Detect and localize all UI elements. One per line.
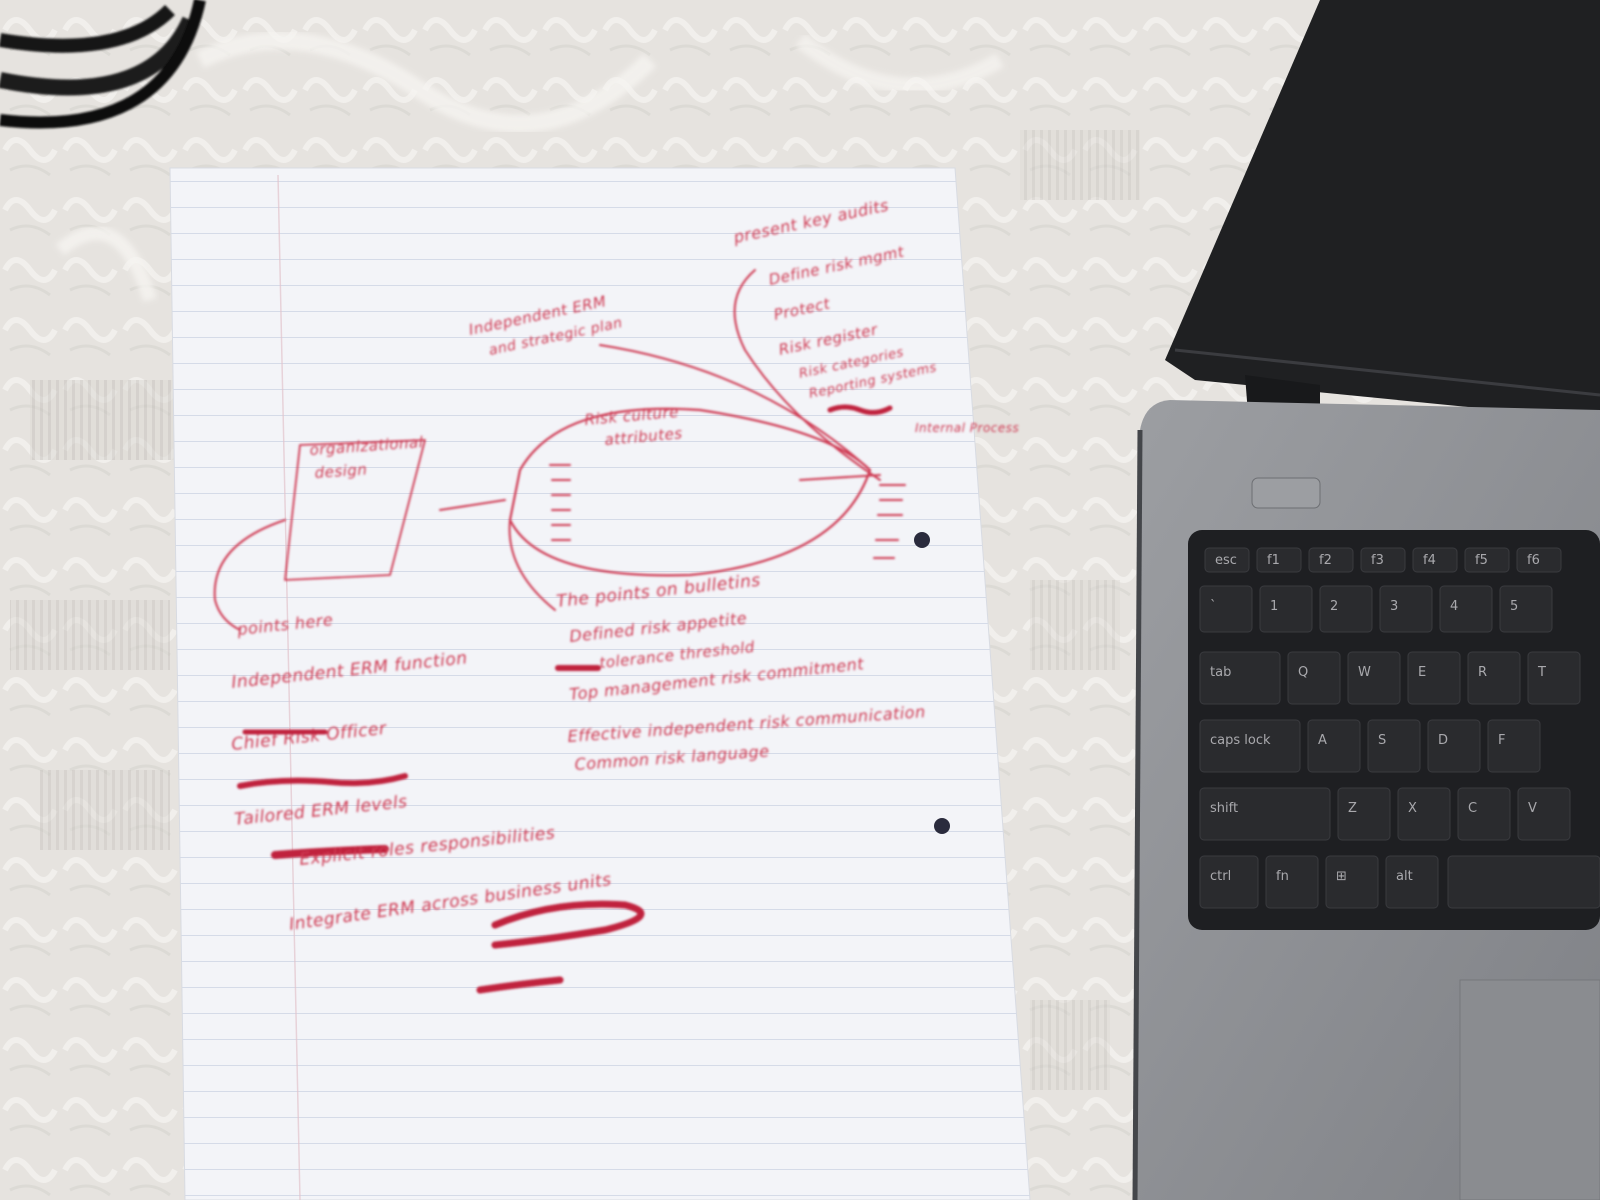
note-left-box: design [314,460,368,482]
keyboard-key-label: tab [1210,665,1231,680]
keyboard-key-label: T [1537,665,1546,680]
keyboard-key-label: X [1408,801,1417,816]
keyboard-key-label: esc [1215,553,1237,568]
keyboard-key-label: W [1358,665,1371,680]
keyboard-key-label: E [1418,665,1426,680]
keyboard-key[interactable] [1439,585,1493,633]
keyboard-key[interactable] [1307,719,1361,773]
keyboard-key[interactable] [1259,585,1313,633]
keyboard-key-label: ctrl [1210,869,1231,884]
keyboard-key-label: f5 [1475,553,1488,568]
keyboard-key-label: 2 [1330,599,1338,614]
keyboard-key[interactable] [1427,719,1481,773]
keyboard-key-label: 5 [1510,599,1518,614]
keyboard-key-label: f1 [1267,553,1280,568]
keyboard-key[interactable] [1325,855,1379,909]
keyboard-key[interactable] [1337,787,1391,841]
space-bar[interactable] [1447,855,1600,909]
keyboard-key-label: fn [1276,869,1289,884]
keyboard-key[interactable] [1467,651,1521,705]
keyboard-key-label: f3 [1371,553,1384,568]
keyboard-key-label: f2 [1319,553,1332,568]
keyboard-key-label: f6 [1527,553,1540,568]
keyboard-key[interactable] [1397,787,1451,841]
keyboard-key[interactable] [1367,719,1421,773]
keyboard-key-label: 3 [1390,599,1398,614]
keyboard-key-label: V [1528,801,1537,816]
keyboard-key[interactable] [1527,651,1581,705]
keyboard-key[interactable] [1487,719,1541,773]
keyboard-key-label: Q [1298,665,1308,680]
keyboard-key-label: ` [1210,599,1217,614]
keyboard-key-label: R [1478,665,1487,680]
keyboard-key-label: C [1468,801,1477,816]
keyboard-key[interactable] [1379,585,1433,633]
keyboard-key-label: 4 [1450,599,1458,614]
keyboard-key-label: alt [1396,869,1413,884]
binder-hole [934,818,950,834]
keyboard-key[interactable] [1199,585,1253,633]
keyboard-key[interactable] [1287,651,1341,705]
keyboard-key-label: A [1318,733,1327,748]
keyboard-key[interactable] [1265,855,1319,909]
keyboard-key[interactable] [1499,585,1553,633]
keyboard-key-label: f4 [1423,553,1436,568]
keyboard-key-label: D [1438,733,1448,748]
keyboard-key[interactable] [1407,651,1461,705]
note-side-label: Internal Process [915,421,1019,435]
keyboard-key-label: Z [1348,801,1357,816]
keyboard-key[interactable] [1319,585,1373,633]
touchpad[interactable] [1459,979,1600,1200]
keyboard-key-label: caps lock [1210,733,1271,748]
photo-scene: present key audits Define risk mgmt Prot… [0,0,1600,1200]
keyboard-key-label: ⊞ [1336,869,1347,884]
keyboard-key[interactable] [1517,787,1571,841]
keyboard-key-label: 1 [1270,599,1278,614]
keyboard-key-label: S [1378,733,1386,748]
keyboard-key-label: F [1498,733,1505,748]
keyboard-key-label: shift [1210,801,1238,816]
binder-hole [914,532,930,548]
keyboard-key[interactable] [1457,787,1511,841]
power-button[interactable] [1251,477,1321,509]
keyboard-key[interactable] [1347,651,1401,705]
